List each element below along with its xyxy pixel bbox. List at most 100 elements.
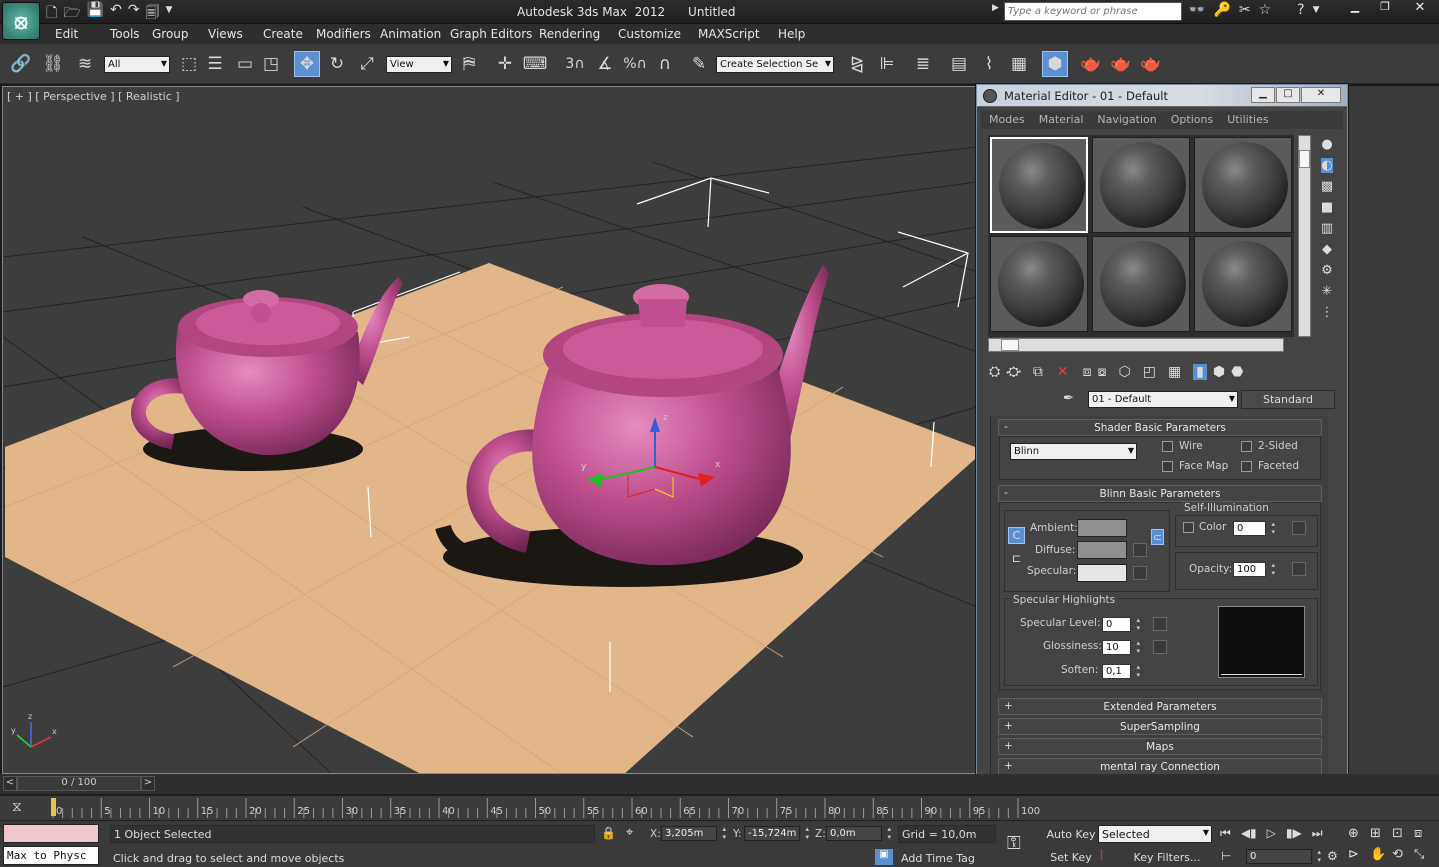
sample-slot[interactable] [1092,137,1190,233]
wire-checkbox[interactable] [1162,440,1173,452]
zoom-extents-all-icon[interactable]: ⧈ [1414,826,1436,841]
menu-group[interactable]: Group [152,27,189,41]
reference-coordinate-dropdown[interactable]: View [386,55,452,73]
sample-slot[interactable] [1194,137,1292,233]
sample-slot[interactable] [1194,236,1292,332]
select-object-icon[interactable]: ⬚ [176,51,202,77]
two-sided-option[interactable]: 2-Sided [1241,440,1298,452]
options-icon[interactable]: ⚙ [1321,263,1333,278]
maxscript-listener-top[interactable] [3,824,99,843]
diffuse-color-swatch[interactable] [1077,541,1127,559]
keyboard-shortcut-override-icon[interactable]: ⌨ [522,51,548,77]
me-minimize-icon[interactable]: ▁ [1251,87,1275,103]
rectangular-selection-icon[interactable]: ▭ [232,51,258,77]
named-selection-dropdown[interactable]: Create Selection Se [716,55,834,73]
glossiness-spinner[interactable]: 10 [1102,639,1140,655]
selection-filter-dropdown[interactable]: All [104,55,170,73]
maxscript-listener-input[interactable]: Max to Physc [3,846,99,865]
redo-icon[interactable]: ↷ [128,2,140,26]
zoom-extents-icon[interactable]: ⊡ [1392,826,1414,841]
bind-to-space-warp-icon[interactable]: ≋ [72,51,98,77]
specular-level-spinner[interactable]: 0 [1102,616,1140,632]
assign-to-selection-icon[interactable]: ⧉ [1033,364,1043,380]
lock-ambient-map-button[interactable]: ⊂ [1151,529,1164,545]
render-setup-icon[interactable]: 🫖 [1078,51,1104,77]
window-crossing-icon[interactable]: ◳ [258,51,284,77]
key-icon[interactable]: 🔑 [1213,2,1230,18]
two-sided-checkbox[interactable] [1241,440,1252,452]
key-mode-toggle-icon[interactable]: ⊢ [1221,849,1231,863]
time-slider-thumb[interactable]: 0 / 100 [17,776,141,791]
maximize-viewport-icon[interactable]: ⤡ [1414,847,1436,862]
me-maximize-icon[interactable]: □ [1276,87,1300,103]
make-copy-icon[interactable]: ⧈ [1083,364,1092,380]
menu-rendering[interactable]: Rendering [539,27,600,41]
select-and-scale-icon[interactable]: ⤢ [354,51,380,77]
sample-slot[interactable] [1092,236,1190,332]
shader-basic-rollout-header[interactable]: - Shader Basic Parameters [998,419,1322,436]
lock-ambient-diffuse-button[interactable]: C [1008,527,1025,544]
select-by-material-icon[interactable]: ✳ [1322,284,1333,299]
select-and-move-icon[interactable]: ✥ [294,51,320,77]
set-key-button[interactable]: Set Key [1045,848,1097,867]
angle-snap-icon[interactable]: ∡ [592,51,618,77]
menu-animation[interactable]: Animation [380,27,441,41]
specular-level-map-button[interactable] [1153,617,1167,631]
material-name-dropdown[interactable]: 01 - Default [1088,391,1238,408]
search-expand-icon[interactable]: ▶ [992,3,1002,21]
graphite-tools-icon[interactable]: ▤ [946,51,972,77]
auto-key-button[interactable]: Auto Key [1045,825,1097,844]
edit-named-selection-icon[interactable]: ✎ [686,51,712,77]
pan-view-icon[interactable]: ✋ [1370,847,1392,862]
open-file-icon[interactable]: 🗁 [63,2,80,26]
x-coordinate-field[interactable]: 3,205m [661,825,726,841]
current-frame-field[interactable]: 0 [1246,848,1321,864]
me-menu-material[interactable]: Material [1039,113,1084,126]
perspective-viewport[interactable]: [ + ] [ Perspective ] [ Realistic ] z x … [2,86,976,774]
time-slider-next[interactable]: > [141,776,155,791]
percent-snap-icon[interactable]: % ∩ [622,51,648,77]
material-editor-icon[interactable]: ⬢ [1042,51,1068,77]
key-filters-button[interactable]: Key Filters... [1122,848,1212,867]
y-coordinate-field[interactable]: -15,724m [744,825,809,841]
select-and-link-icon[interactable]: 🔗 [8,51,34,77]
backlight-icon[interactable]: ◐ [1321,158,1333,173]
wire-option[interactable]: Wire [1162,440,1203,452]
material-navigator-icon[interactable]: ⋮ [1321,305,1334,320]
unlink-selection-icon[interactable]: ⛓ [40,51,66,77]
play-icon[interactable]: ▷ [1267,826,1276,841]
face-map-checkbox[interactable] [1162,460,1173,472]
spinner-snap-icon[interactable]: ∩ [652,51,678,77]
go-to-parent-icon[interactable]: ⬢ [1213,364,1225,380]
time-tag-icon[interactable]: ▣ [875,849,893,865]
undo-icon[interactable]: ↶ [110,2,122,26]
help-menu-icon[interactable]: ▼ [1313,2,1320,18]
menu-customize[interactable]: Customize [618,27,681,41]
save-icon[interactable]: 💾 [87,2,104,26]
specular-map-button[interactable] [1133,566,1147,580]
mirror-icon[interactable]: ⧎ [844,51,870,77]
go-to-end-icon[interactable]: ⏭ [1312,826,1323,841]
app-logo-icon[interactable]: ⦻ [2,2,40,40]
menu-help[interactable]: Help [778,27,805,41]
soften-spinner[interactable]: 0,1 [1102,663,1140,679]
new-file-icon[interactable]: 🗋 [46,2,57,26]
maps-rollout-header[interactable]: + Maps [998,738,1322,755]
layer-manager-icon[interactable]: ≣ [910,51,936,77]
go-forward-to-sibling-icon[interactable]: ⬣ [1231,364,1243,380]
quick-access-menu-icon[interactable]: ▼ [166,2,173,26]
selection-lock-icon[interactable]: 🔒 [601,826,616,840]
key-mode-dropdown[interactable]: Selected [1098,825,1212,843]
self-illum-color-option[interactable]: Color [1183,521,1226,533]
self-illum-color-checkbox[interactable] [1183,521,1194,533]
extended-parameters-rollout-header[interactable]: + Extended Parameters [998,698,1322,715]
lock-diffuse-specular-button[interactable]: ⊏ [1008,550,1025,567]
menu-views[interactable]: Views [208,27,243,41]
uv-tiling-icon[interactable]: ■ [1321,200,1333,215]
menu-maxscript[interactable]: MAXScript [698,27,760,41]
rendered-frame-window-icon[interactable]: 🫖 [1108,51,1134,77]
minimize-icon[interactable]: ▁ [1340,0,1370,18]
menu-tools[interactable]: Tools [110,27,140,41]
mental-ray-rollout-header[interactable]: + mental ray Connection [998,758,1322,775]
sample-type-icon[interactable]: ● [1321,137,1332,152]
